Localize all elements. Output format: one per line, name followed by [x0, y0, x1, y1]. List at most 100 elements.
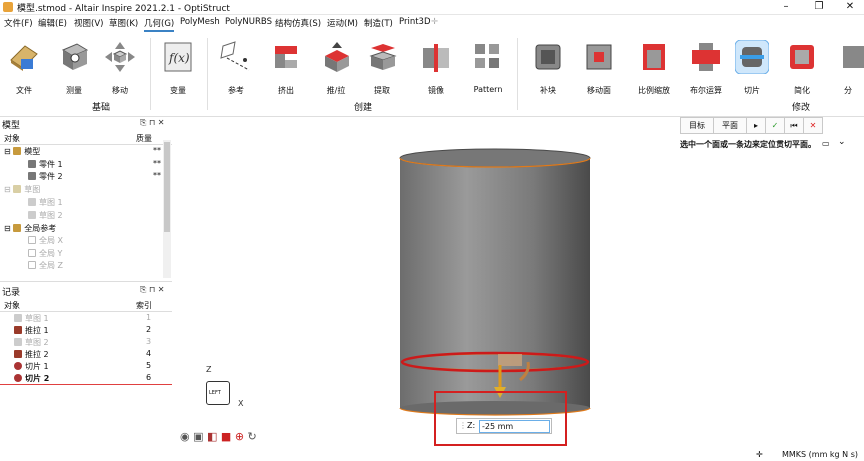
menu-sketch[interactable]: 草图(K) — [109, 17, 138, 29]
model-icon — [13, 147, 22, 155]
tree-row-part1[interactable]: 零件 1 — [28, 159, 63, 171]
history-row[interactable]: 推拉 2 — [14, 349, 49, 361]
maximize-icon[interactable]: ❐ — [805, 0, 833, 14]
group-basic-label: 基础 — [92, 103, 111, 113]
z-value-field[interactable]: -25 mm — [479, 420, 550, 433]
reference-tool[interactable]: 参考 — [212, 40, 260, 96]
extract-tool[interactable]: 提取 — [358, 40, 406, 96]
triad-x-label: X — [238, 399, 244, 408]
history-row[interactable]: 切片 1 — [14, 361, 49, 373]
boolean-tool[interactable]: 布尔运算 — [682, 40, 730, 96]
zoom-icon[interactable]: ⊕ — [235, 430, 244, 443]
pattern-tool[interactable]: Pattern — [464, 40, 512, 94]
play-icon[interactable]: ▸ — [746, 117, 766, 134]
model-scrollbar[interactable] — [163, 140, 171, 278]
tree-row-global-y[interactable]: 全局 Y — [28, 248, 62, 260]
panel-controls-icon[interactable]: ⎘ ⊓ ✕ — [140, 285, 164, 295]
history-index: 1 — [146, 313, 152, 322]
units-display[interactable]: MMKS (mm kg N s) — [782, 450, 858, 459]
file-tool[interactable]: 文件 — [0, 40, 48, 96]
variable-tool[interactable]: f(x) 变量 — [154, 40, 202, 96]
extrude-tool[interactable]: 挤出 — [262, 40, 310, 96]
target-button[interactable]: 目标 — [680, 117, 714, 134]
camera-icon[interactable]: ▭ — [822, 139, 830, 148]
plane-icon — [28, 236, 36, 244]
plane-button[interactable]: 平面 — [713, 117, 747, 134]
skip-icon[interactable]: ⏮ — [784, 117, 804, 134]
menu-geometry[interactable]: 几何(G) — [144, 17, 175, 32]
pushpull-icon — [14, 326, 22, 334]
history-panel-header: 记录 ⎘ ⊓ ✕ — [0, 285, 172, 298]
group-create-label: 创建 — [354, 103, 373, 113]
menu-motion[interactable]: 运动(M) — [327, 17, 358, 29]
collapse-icon[interactable]: ⌄ — [838, 137, 846, 147]
view-color-icon[interactable]: ■ — [221, 430, 231, 443]
menu-edit[interactable]: 编辑(E) — [38, 17, 67, 29]
pushpull-icon — [14, 350, 22, 358]
patch-tool[interactable]: 补块 — [524, 40, 572, 96]
folder-icon — [13, 224, 22, 232]
group-modify-label: 修改 — [792, 103, 811, 113]
history-row[interactable]: 草图 2 — [14, 337, 49, 349]
tree-row-model[interactable]: ⊟ 模型 — [4, 146, 40, 158]
moveface-icon — [586, 44, 612, 70]
drag-grip-icon[interactable]: ⋮ — [459, 419, 467, 433]
patch-icon — [535, 44, 561, 70]
tree-row-global-x[interactable]: 全局 X — [28, 235, 63, 247]
view-box-icon[interactable]: ▣ — [193, 430, 203, 443]
scrollbar-thumb[interactable] — [164, 142, 170, 232]
add-tab-icon[interactable]: ✛ — [431, 17, 438, 27]
view-section-icon[interactable]: ◧ — [207, 430, 217, 443]
menu-file[interactable]: 文件(F) — [4, 17, 33, 29]
view-cube[interactable]: Z LEFT X — [206, 365, 246, 411]
check-icon[interactable]: ✓ — [765, 117, 785, 134]
slice-icon — [14, 374, 22, 382]
menu-manufacture[interactable]: 制造(T) — [364, 17, 393, 29]
history-marker-line[interactable] — [0, 384, 172, 385]
menu-polymesh[interactable]: PolyMesh — [180, 17, 220, 27]
view-controls: ◉ ▣ ◧ ■ ⊕ ↻ — [180, 430, 257, 444]
sketch-icon — [28, 198, 36, 206]
view-cube-face[interactable]: LEFT — [206, 381, 230, 405]
move-tool[interactable]: 移动 — [96, 40, 144, 96]
history-row[interactable]: 草图 1 — [14, 313, 49, 325]
scale-tool[interactable]: 比例缩放 — [630, 40, 678, 96]
tree-row-global-ref[interactable]: ⊟ 全局参考 — [4, 223, 56, 235]
tree-row-sketches[interactable]: ⊟ 草图 — [4, 184, 40, 196]
cylinder-model[interactable] — [399, 148, 591, 416]
view-eye-icon[interactable]: ◉ — [180, 430, 190, 443]
pushpull-tool[interactable]: 推/拉 — [312, 40, 360, 96]
menu-view[interactable]: 视图(V) — [74, 17, 103, 29]
measure-tool[interactable]: 测量 — [50, 40, 98, 96]
menu-print3d[interactable]: Print3D — [399, 17, 431, 27]
history-column-header: 对象 索引 — [0, 300, 172, 312]
cube-face-label: LEFT — [209, 390, 221, 396]
tree-row-global-z[interactable]: 全局 Z — [28, 260, 63, 272]
scale-icon — [643, 44, 665, 70]
moveface-tool[interactable]: 移动面 — [575, 40, 623, 96]
tree-row-sketch2[interactable]: 草图 2 — [28, 210, 63, 222]
app-icon — [3, 2, 13, 12]
cancel-icon[interactable]: ✕ — [803, 117, 823, 134]
z-input-box[interactable]: ⋮ Z: -25 mm — [456, 418, 552, 434]
z-label: Z: — [467, 421, 476, 430]
history-row[interactable]: 推拉 1 — [14, 325, 49, 337]
simplify-tool[interactable]: 简化 — [778, 40, 826, 96]
menu-polynurbs[interactable]: PolyNURBS — [225, 17, 272, 27]
model-panel-header: 模型 ⎘ ⊓ ✕ — [0, 118, 172, 131]
ribbon-separator — [207, 38, 208, 110]
tree-row-part2[interactable]: 零件 2 — [28, 171, 63, 183]
slice-tool[interactable]: 切片 — [728, 39, 776, 96]
crosshair-icon[interactable]: ✛ — [756, 450, 763, 459]
slice-icon — [14, 362, 22, 370]
part-icon — [28, 172, 36, 180]
tree-row-sketch1[interactable]: 草图 1 — [28, 197, 63, 209]
partial-tool[interactable]: 分 — [830, 40, 864, 96]
rotate-icon[interactable]: ↻ — [248, 430, 257, 443]
mirror-tool[interactable]: 镜像 — [412, 40, 460, 96]
close-icon[interactable]: ✕ — [836, 0, 864, 14]
menu-structure[interactable]: 结构仿真(S) — [275, 17, 321, 29]
minimize-icon[interactable]: – — [772, 0, 800, 14]
viewport-canvas[interactable] — [380, 140, 630, 430]
panel-controls-icon[interactable]: ⎘ ⊓ ✕ — [140, 118, 164, 128]
